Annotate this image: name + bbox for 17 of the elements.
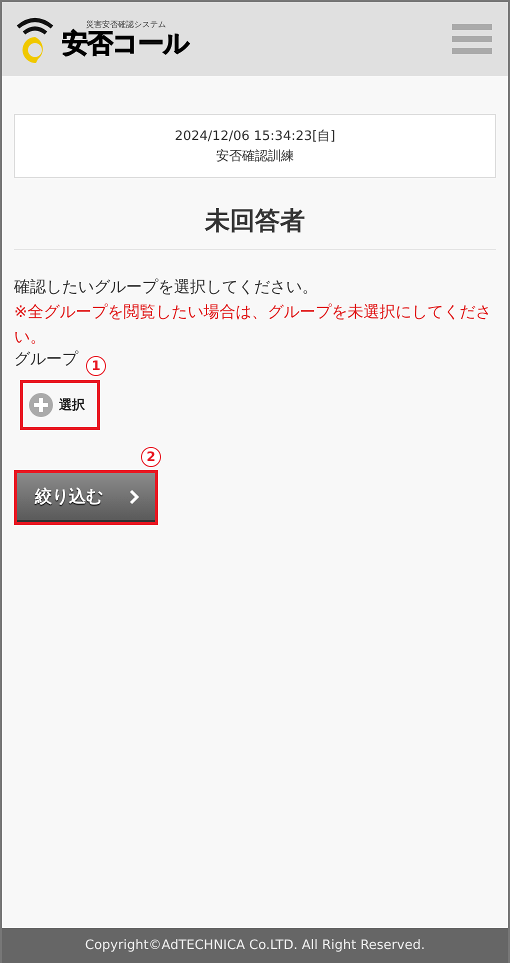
notice-title: 安否確認訓練 <box>216 148 294 165</box>
logo-icon <box>14 15 56 63</box>
warning-text: ※全グループを閲覧したい場合は、グループを未選択にしてください。 <box>14 301 492 348</box>
callout-number: 1 <box>86 356 106 376</box>
group-label: グループ <box>14 349 78 368</box>
instruction-text: 確認したいグループを選択してください。 <box>14 276 319 298</box>
logo-subtitle: 災害安否確認システム <box>86 20 166 29</box>
page-title: 未回答者 <box>14 178 496 250</box>
chevron-icon <box>129 488 139 504</box>
menu-icon[interactable] <box>452 24 492 54</box>
filter-button[interactable]: 絞り込む <box>17 473 155 522</box>
copyright-text: Copyright©AdTECHNICA Co.LTD. All Right Reserved. <box>2 928 508 963</box>
select-button[interactable]: 選択 <box>20 380 100 430</box>
logo-title: 安否コール <box>62 30 189 58</box>
callout-number: 2 <box>141 447 161 467</box>
notice-datetime: 2024/12/06 15:34:23[自] <box>174 128 336 145</box>
plus-icon <box>29 393 53 417</box>
